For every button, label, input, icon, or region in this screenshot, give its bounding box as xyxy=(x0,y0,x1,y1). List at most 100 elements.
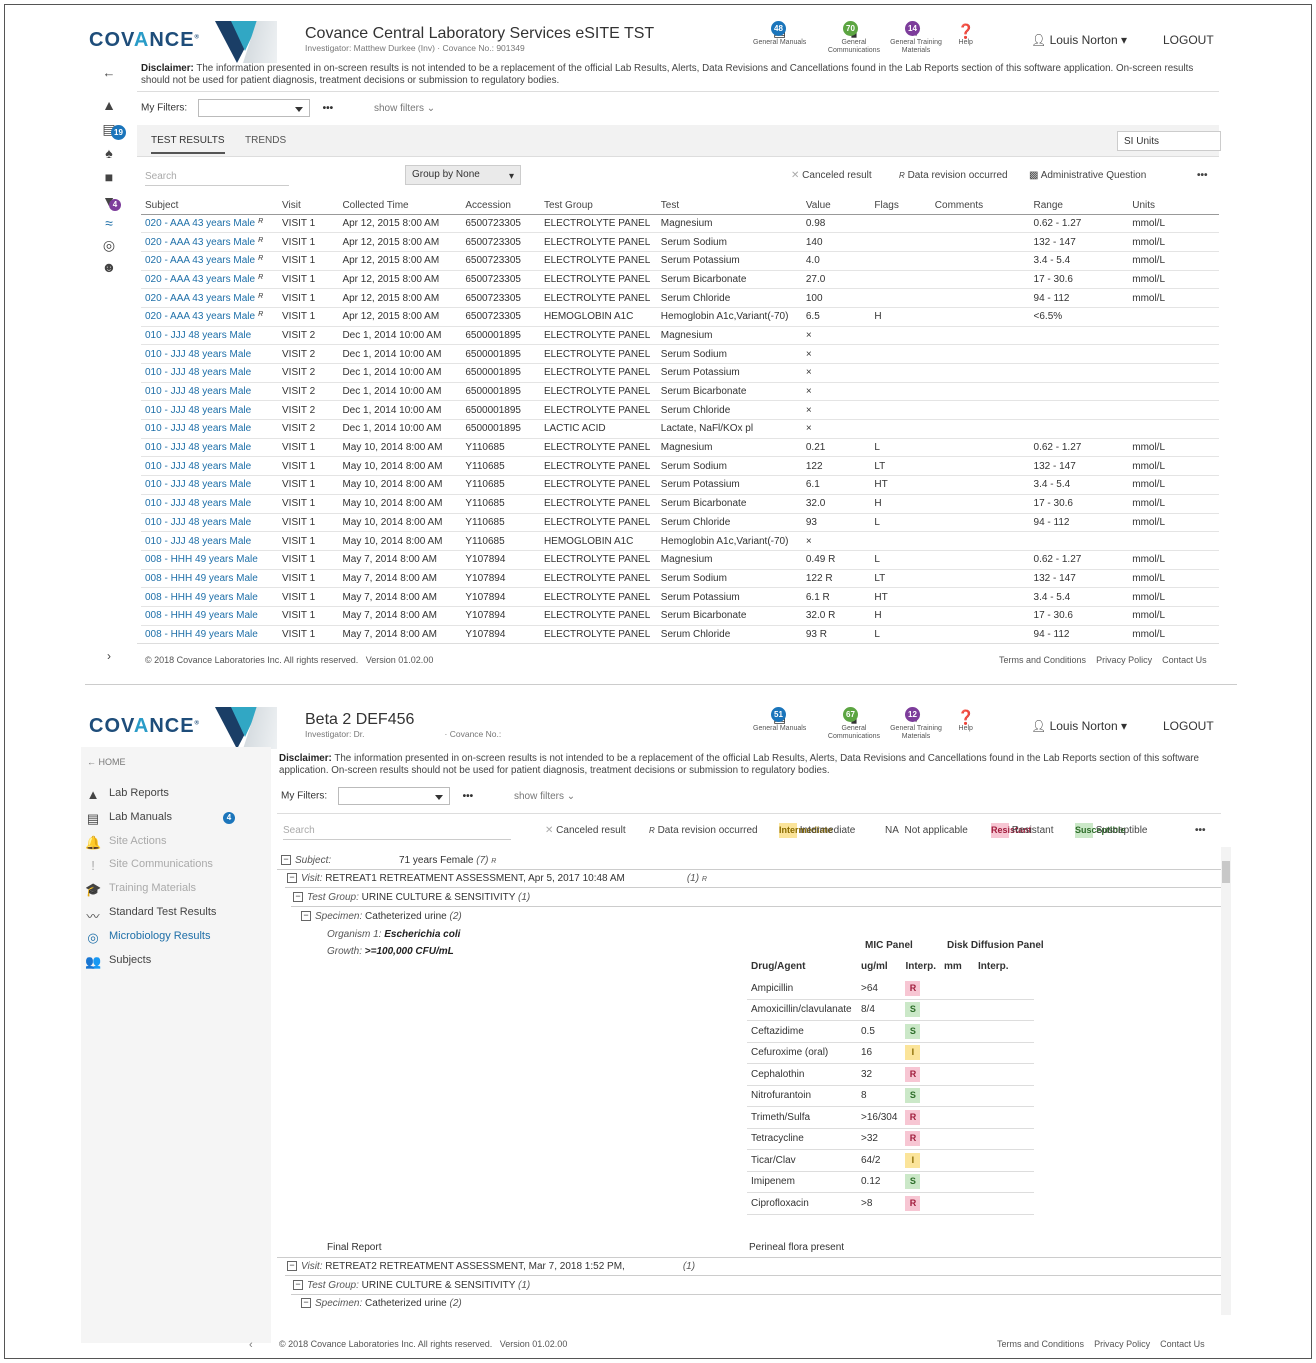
subject-link[interactable]: 010 - JJJ 48 years Male xyxy=(145,405,251,416)
column-header[interactable]: Flags xyxy=(870,197,931,215)
show-filters-toggle[interactable]: show filters ⌄ xyxy=(374,103,435,114)
subject-cell[interactable]: 020 - AAA 43 years Male R xyxy=(141,214,279,234)
subject-link[interactable]: 010 - JJJ 48 years Male xyxy=(145,517,251,528)
subject-link[interactable]: 010 - JJJ 48 years Male xyxy=(145,367,251,378)
table-row[interactable]: 008 - HHH 49 years Male VISIT 1 May 7, 201… xyxy=(141,550,1219,570)
subject-link[interactable]: 010 - JJJ 48 years Male xyxy=(145,461,251,472)
subject-link[interactable]: 010 - JJJ 48 years Male xyxy=(145,386,251,397)
tab-test-results[interactable]: TEST RESULTS xyxy=(151,135,225,154)
subject-cell[interactable]: 010 - JJJ 48 years Male xyxy=(141,531,279,551)
contact-link[interactable]: Contact Us xyxy=(1160,1339,1205,1349)
column-header[interactable]: Test Group xyxy=(539,197,657,215)
subject-link[interactable]: 020 - AAA 43 years Male xyxy=(145,274,255,285)
table-row[interactable]: 010 - JJJ 48 years Male VISIT 2 Dec 1, 201… xyxy=(141,382,1219,402)
subject-cell[interactable]: 020 - AAA 43 years Male R xyxy=(141,232,279,252)
nav-lab-manuals[interactable]: ▤ Lab Manuals 4 xyxy=(87,811,235,826)
subject-cell[interactable]: 008 - HHH 49 years Male xyxy=(141,606,279,626)
subject-link[interactable]: 020 - AAA 43 years Male xyxy=(145,311,255,322)
table-row[interactable]: 020 - AAA 43 years Male R VISIT 1 Apr 12, 2… xyxy=(141,251,1219,271)
expand-chevron-icon[interactable]: › xyxy=(101,649,117,663)
table-row[interactable]: 020 - AAA 43 years Male R VISIT 1 Apr 12, 2… xyxy=(141,214,1219,234)
results-more-button-2[interactable]: ••• xyxy=(1195,825,1206,836)
subject-cell[interactable]: 010 - JJJ 48 years Male xyxy=(141,419,279,439)
subject-cell[interactable]: 010 - JJJ 48 years Male xyxy=(141,400,279,421)
subject-cell[interactable]: 008 - HHH 49 years Male xyxy=(141,569,279,589)
training-link[interactable]: ▼12General Training Materials xyxy=(887,707,945,741)
subject-link[interactable]: 010 - JJJ 48 years Male xyxy=(145,479,251,490)
subjects-icon[interactable]: ☻ xyxy=(101,259,117,275)
column-header[interactable]: Units xyxy=(1128,197,1219,215)
table-row[interactable]: 010 - JJJ 48 years Male VISIT 1 May 10, 20… xyxy=(141,438,1219,458)
subject-link[interactable]: 008 - HHH 49 years Male xyxy=(145,554,258,565)
subject-cell[interactable]: 008 - HHH 49 years Male xyxy=(141,625,279,645)
table-row[interactable]: 008 - HHH 49 years Male VISIT 1 May 7, 201… xyxy=(141,569,1219,589)
search-input-2[interactable]: Search xyxy=(283,825,511,840)
subject-cell[interactable]: 020 - AAA 43 years Male R xyxy=(141,251,279,271)
my-filters-select[interactable] xyxy=(197,99,310,117)
collapse-sidebar-icon[interactable]: ‹ xyxy=(249,1339,253,1351)
collapse-icon[interactable]: − xyxy=(287,873,297,884)
my-filters-select-2[interactable] xyxy=(337,787,450,805)
table-row[interactable]: 020 - AAA 43 years Male R VISIT 1 Apr 12, 2… xyxy=(141,232,1219,252)
subject-cell[interactable]: 008 - HHH 49 years Male xyxy=(141,587,279,607)
table-row[interactable]: 008 - HHH 49 years Male VISIT 1 May 7, 201… xyxy=(141,625,1219,645)
nav-training-materials[interactable]: 🎓 Training Materials xyxy=(85,882,196,897)
specimen-node-2[interactable]: − Specimen: Catheterized urine (2) xyxy=(301,1298,462,1309)
subject-link[interactable]: 010 - JJJ 48 years Male xyxy=(145,330,251,341)
subject-cell[interactable]: 020 - AAA 43 years Male R xyxy=(141,288,279,308)
subject-link[interactable]: 008 - HHH 49 years Male xyxy=(145,610,258,621)
column-header[interactable]: Comments xyxy=(930,197,1030,215)
subject-cell[interactable]: 010 - JJJ 48 years Male xyxy=(141,494,279,514)
covance-logo[interactable]: COVANCE® xyxy=(89,29,199,52)
alert-icon[interactable]: ▲ xyxy=(101,97,117,113)
table-row[interactable]: 010 - JJJ 48 years Male VISIT 2 Dec 1, 201… xyxy=(141,400,1219,421)
units-select[interactable]: SI Units xyxy=(1117,131,1221,151)
table-row[interactable]: 010 - JJJ 48 years Male VISIT 1 May 10, 20… xyxy=(141,531,1219,551)
microbiology-icon[interactable]: ◎ xyxy=(101,237,117,254)
subject-link[interactable]: 010 - JJJ 48 years Male xyxy=(145,498,251,509)
covance-logo-2[interactable]: COVANCE® xyxy=(89,715,199,738)
collapse-icon[interactable]: − xyxy=(281,855,291,866)
subject-link[interactable]: 020 - AAA 43 years Male xyxy=(145,293,255,304)
table-row[interactable]: 020 - AAA 43 years Male R VISIT 1 Apr 12, 2… xyxy=(141,270,1219,290)
subject-link[interactable]: 010 - JJJ 48 years Male xyxy=(145,349,251,360)
nav-microbiology-results[interactable]: ◎ Microbiology Results xyxy=(87,930,210,945)
subject-cell[interactable]: 010 - JJJ 48 years Male xyxy=(141,513,279,533)
filters-more-button-2[interactable]: ••• xyxy=(463,791,474,802)
terms-link[interactable]: Terms and Conditions xyxy=(997,1339,1084,1349)
column-header[interactable]: Value xyxy=(801,197,871,215)
group-by-select[interactable]: Group by None ▾ xyxy=(405,165,521,185)
tab-trends[interactable]: TRENDS xyxy=(245,135,286,146)
table-row[interactable]: 020 - AAA 43 years Male R VISIT 1 Apr 12, 2… xyxy=(141,288,1219,308)
collapse-icon[interactable]: − xyxy=(301,911,311,922)
manuals-link[interactable]: ▤51General Manuals xyxy=(753,707,806,733)
privacy-link[interactable]: Privacy Policy xyxy=(1094,1339,1150,1349)
subject-cell[interactable]: 010 - JJJ 48 years Male xyxy=(141,438,279,458)
subject-link[interactable]: 008 - HHH 49 years Male xyxy=(145,573,258,584)
subject-cell[interactable]: 020 - AAA 43 years Male R xyxy=(141,270,279,290)
subject-cell[interactable]: 008 - HHH 49 years Male xyxy=(141,550,279,570)
trends-icon[interactable]: ≈ xyxy=(101,215,117,231)
column-header[interactable]: Accession xyxy=(461,197,540,215)
help-link[interactable]: ❓ Help xyxy=(957,23,974,47)
specimen-node-1[interactable]: − Specimen: Catheterized urine (2) xyxy=(301,911,462,922)
communications-icon[interactable]: ■ xyxy=(101,169,117,185)
table-row[interactable]: 010 - JJJ 48 years Male VISIT 1 May 10, 20… xyxy=(141,475,1219,495)
logout-button[interactable]: LOGOUT xyxy=(1163,33,1214,47)
table-row[interactable]: 020 - AAA 43 years Male R VISIT 1 Apr 12, 2… xyxy=(141,307,1219,327)
subject-link[interactable]: 020 - AAA 43 years Male xyxy=(145,218,255,229)
show-filters-toggle-2[interactable]: show filters ⌄ xyxy=(514,791,575,802)
bell-icon[interactable]: ♠ xyxy=(101,145,117,161)
user-menu[interactable]: 👤︎ Louis Norton ▾ xyxy=(1031,33,1127,47)
subject-cell[interactable]: 010 - JJJ 48 years Male xyxy=(141,456,279,477)
privacy-link[interactable]: Privacy Policy xyxy=(1096,655,1152,665)
table-row[interactable]: 008 - HHH 49 years Male VISIT 1 May 7, 201… xyxy=(141,587,1219,607)
subject-link[interactable]: 010 - JJJ 48 years Male xyxy=(145,536,251,547)
column-header[interactable]: Visit xyxy=(278,197,339,215)
subject-cell[interactable]: 010 - JJJ 48 years Male xyxy=(141,475,279,495)
test-group-node-1[interactable]: − Test Group: URINE CULTURE & SENSITIVITY… xyxy=(293,892,530,903)
communications-link[interactable]: ▮70General Communications xyxy=(825,21,883,55)
table-row[interactable]: 010 - JJJ 48 years Male VISIT 2 Dec 1, 201… xyxy=(141,326,1219,346)
table-row[interactable]: 010 - JJJ 48 years Male VISIT 2 Dec 1, 201… xyxy=(141,419,1219,439)
column-header[interactable]: Collected Time xyxy=(338,197,462,215)
